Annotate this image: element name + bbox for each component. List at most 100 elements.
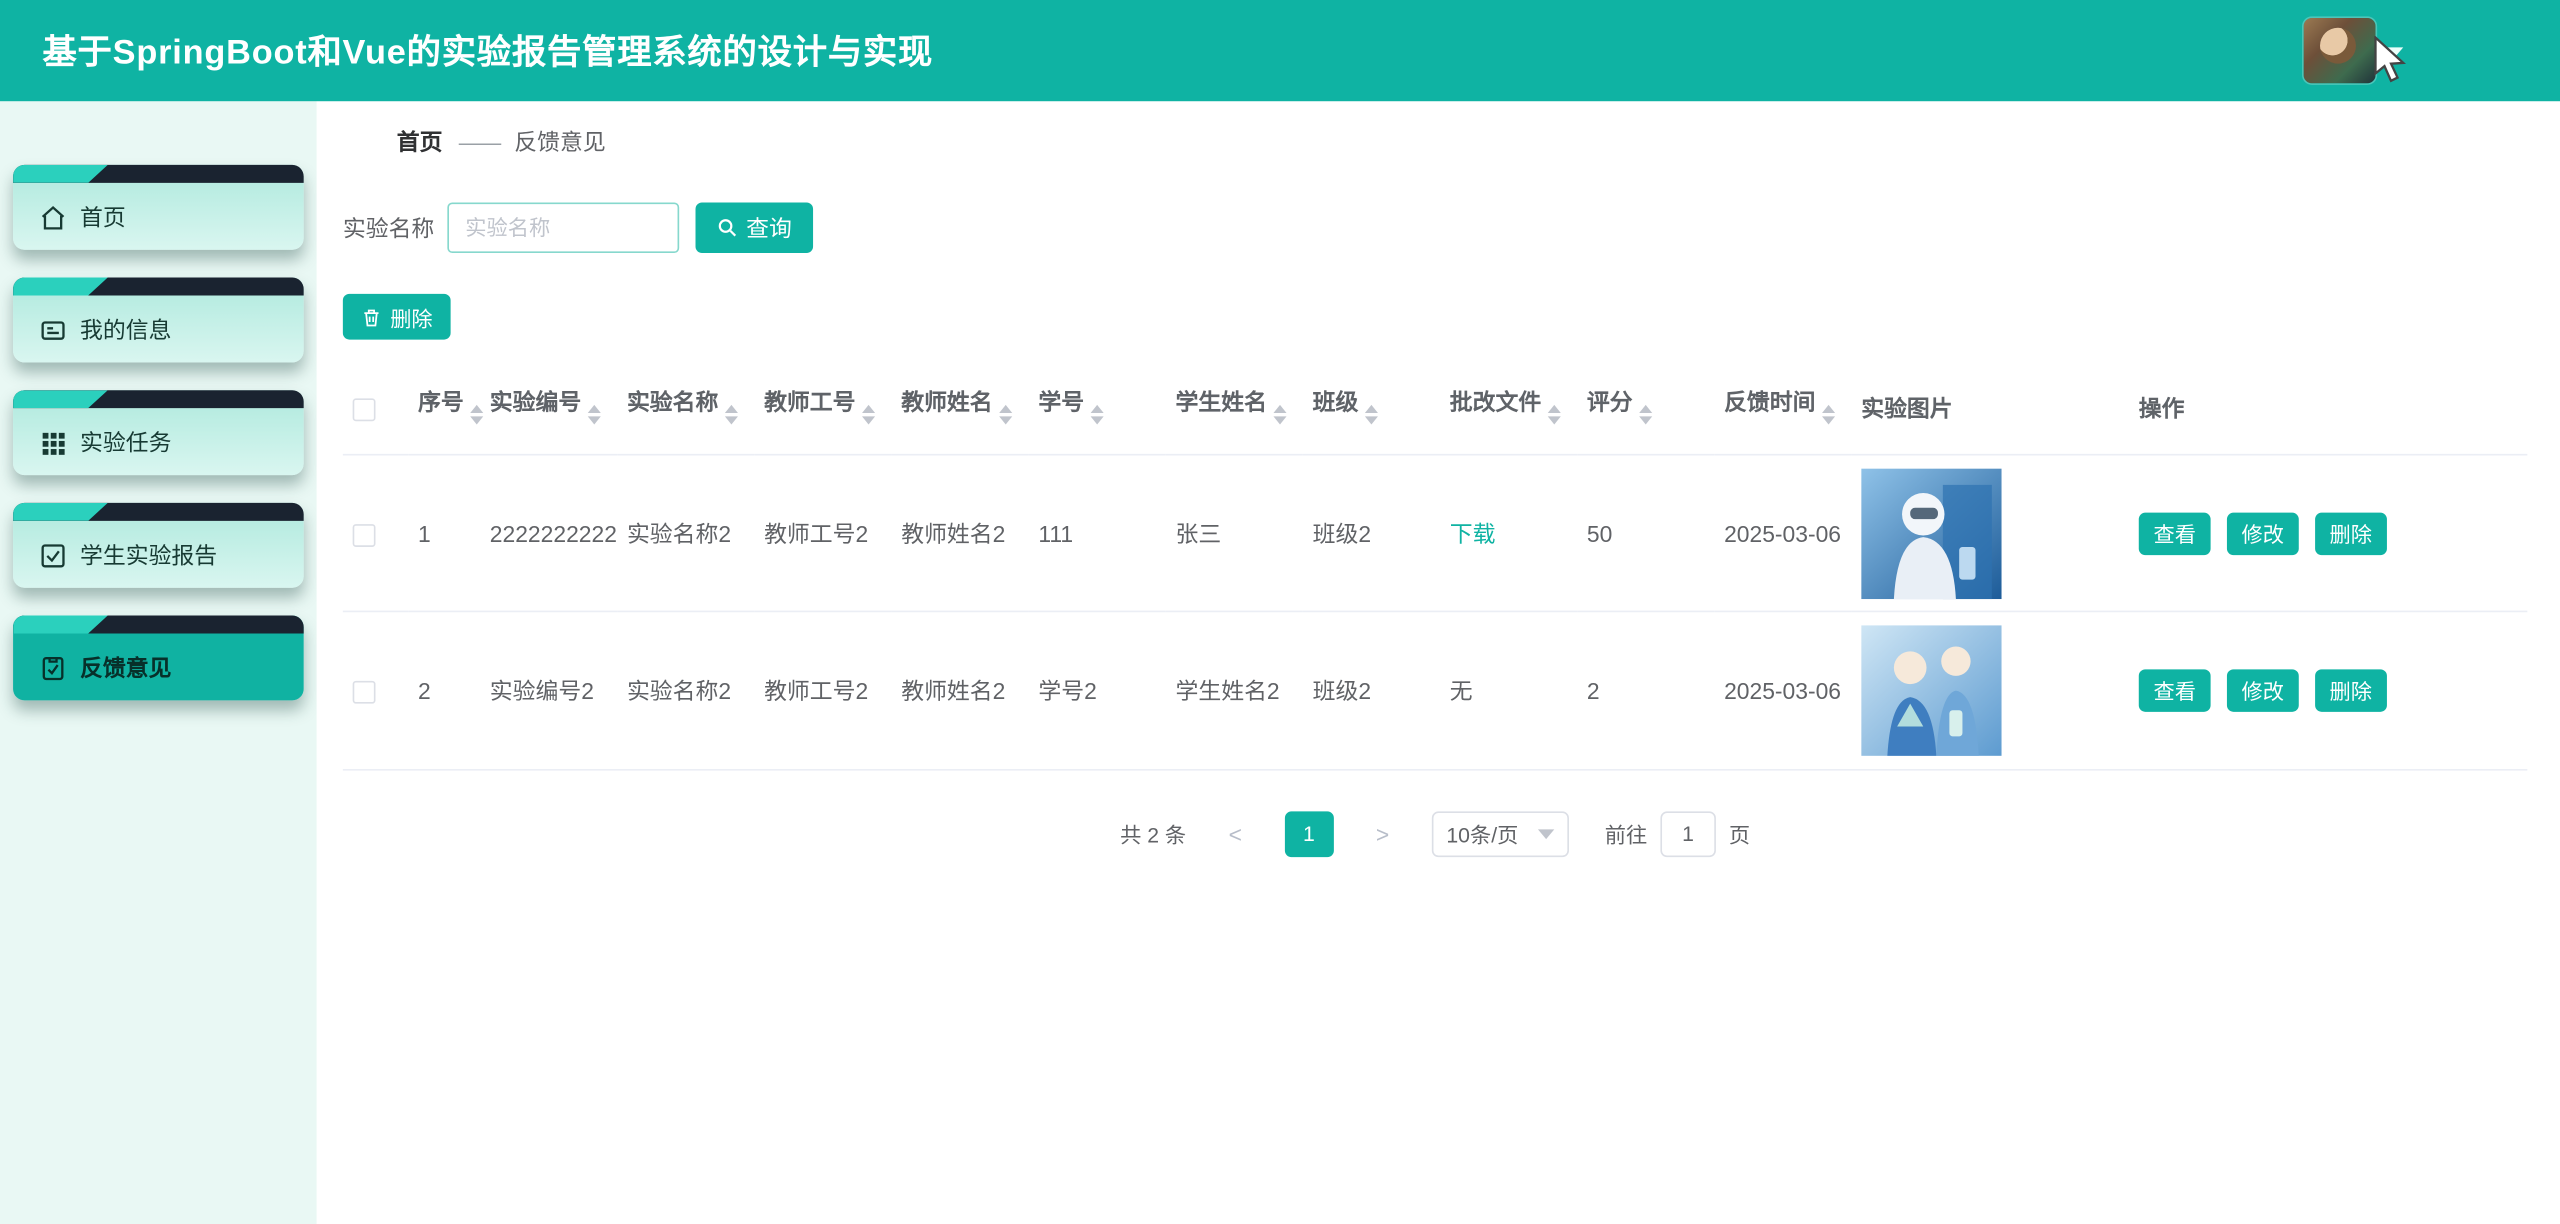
pagination: 共 2 条 < 1 > 10条/页 前往 页 [343,798,2527,870]
column-header-student-no[interactable]: 学号 [1029,362,1166,454]
sidebar-item-student-reports[interactable]: 学生实验报告 [13,503,304,588]
experiment-image[interactable] [1861,468,2001,599]
cell-teacher-no: 教师工号2 [754,455,891,612]
column-header-actions: 操作 [2129,362,2527,454]
trash-icon [361,306,382,327]
query-button[interactable]: 查询 [696,202,814,253]
cell-exp-no: 2222222222 [480,455,617,612]
sort-caret-icon[interactable] [1273,398,1286,431]
breadcrumb-current: 反馈意见 [514,126,605,159]
column-header-index[interactable]: 序号 [408,362,480,454]
goto-label: 前往 [1605,818,1647,849]
profile-icon [39,316,67,344]
page-title: 基于SpringBoot和Vue的实验报告管理系统的设计与实现 [42,26,933,75]
feedback-table: 序号 实验编号 实验名称 教师工号 教师姓名 学号 学生姓名 班级 批改文件 评… [343,362,2527,769]
app-window: 基于SpringBoot和Vue的实验报告管理系统的设计与实现 首页 我的信息 … [0,0,2560,1224]
sidebar-item-feedback[interactable]: 反馈意见 [13,616,304,701]
sidebar-item-label: 我的信息 [80,313,171,346]
sidebar-item-experiment-tasks[interactable]: 实验任务 [13,390,304,475]
page-number-button[interactable]: 1 [1284,811,1333,857]
cell-exp-name: 实验名称2 [617,455,754,612]
sidebar-item-label: 实验任务 [80,426,171,459]
search-bar: 实验名称 查询 [343,202,2527,253]
download-link[interactable]: 下载 [1450,520,1496,546]
cell-teacher-name: 教师姓名2 [891,455,1028,612]
column-header-exp-no[interactable]: 实验编号 [480,362,617,454]
page-size-select[interactable]: 10条/页 [1432,811,1569,857]
column-header-exp-name[interactable]: 实验名称 [617,362,754,454]
search-icon [717,217,738,238]
search-label: 实验名称 [343,211,434,244]
sort-caret-icon[interactable] [588,398,601,431]
prev-page-button[interactable]: < [1222,820,1248,846]
column-header-teacher-no[interactable]: 教师工号 [754,362,891,454]
column-header-file[interactable]: 批改文件 [1440,362,1577,454]
column-header-student-name[interactable]: 学生姓名 [1166,362,1303,454]
view-button[interactable]: 查看 [2139,512,2211,554]
column-header-image: 实验图片 [1851,362,2129,454]
pagination-total: 共 2 条 [1120,818,1186,849]
delete-button[interactable]: 删除 [343,294,451,340]
column-header-teacher-name[interactable]: 教师姓名 [891,362,1028,454]
row-checkbox[interactable] [353,681,376,704]
cell-class: 班级2 [1303,455,1440,612]
select-all-checkbox[interactable] [353,399,376,422]
goto-page-input[interactable] [1660,811,1716,857]
cell-class: 班级2 [1303,611,1440,768]
goto-suffix: 页 [1729,818,1750,849]
column-header-class[interactable]: 班级 [1303,362,1440,454]
cell-student-no: 111 [1029,455,1166,612]
sort-caret-icon[interactable] [999,398,1012,431]
cell-score: 2 [1577,611,1714,768]
next-page-button[interactable]: > [1369,820,1395,846]
cell-time: 2025-03-06 [1714,611,1851,768]
caret-down-icon[interactable] [2384,47,2404,58]
sort-caret-icon[interactable] [1822,398,1835,431]
cell-exp-name: 实验名称2 [617,611,754,768]
row-checkbox[interactable] [353,523,376,546]
chevron-down-icon [1538,829,1554,839]
app-header: 基于SpringBoot和Vue的实验报告管理系统的设计与实现 [0,0,2560,101]
cell-time: 2025-03-06 [1714,455,1851,612]
sort-caret-icon[interactable] [470,398,483,431]
column-header-score[interactable]: 评分 [1577,362,1714,454]
table-row: 2 实验编号2 实验名称2 教师工号2 教师姓名2 学号2 学生姓名2 班级2 … [343,611,2527,768]
sidebar-item-label: 首页 [80,201,126,234]
breadcrumb-home[interactable]: 首页 [397,126,443,159]
cell-index: 2 [408,611,480,768]
home-icon [39,203,67,231]
sidebar-item-label: 学生实验报告 [80,539,217,572]
avatar[interactable] [2304,18,2376,83]
sort-caret-icon[interactable] [862,398,875,431]
cell-teacher-name: 教师姓名2 [891,611,1028,768]
cell-student-name: 学生姓名2 [1166,611,1303,768]
sort-caret-icon[interactable] [1548,398,1561,431]
experiment-image[interactable] [1861,625,2001,756]
sort-caret-icon[interactable] [1365,398,1378,431]
tasks-icon [39,429,67,457]
view-button[interactable]: 查看 [2139,669,2211,711]
edit-button[interactable]: 修改 [2227,669,2299,711]
cell-exp-no: 实验编号2 [480,611,617,768]
sort-caret-icon[interactable] [1639,398,1652,431]
cell-student-no: 学号2 [1029,611,1166,768]
sidebar-item-label: 反馈意见 [80,651,171,684]
table-header-row: 序号 实验编号 实验名称 教师工号 教师姓名 学号 学生姓名 班级 批改文件 评… [343,362,2527,454]
column-header-time[interactable]: 反馈时间 [1714,362,1851,454]
main-content: 首页 —— 反馈意见 实验名称 查询 删除 [317,101,2560,1224]
cell-teacher-no: 教师工号2 [754,611,891,768]
table-row: 1 2222222222 实验名称2 教师工号2 教师姓名2 111 张三 班级… [343,455,2527,612]
feedback-icon [39,654,67,682]
delete-row-button[interactable]: 删除 [2315,512,2387,554]
cell-score: 50 [1577,455,1714,612]
cell-index: 1 [408,455,480,612]
sort-caret-icon[interactable] [1091,398,1104,431]
sidebar-item-home[interactable]: 首页 [13,165,304,250]
delete-row-button[interactable]: 删除 [2315,669,2387,711]
edit-button[interactable]: 修改 [2227,512,2299,554]
breadcrumb: 首页 —— 反馈意见 [343,101,2527,158]
search-input[interactable] [447,202,679,253]
sidebar-item-my-info[interactable]: 我的信息 [13,278,304,363]
sort-caret-icon[interactable] [725,398,738,431]
report-icon [39,541,67,569]
